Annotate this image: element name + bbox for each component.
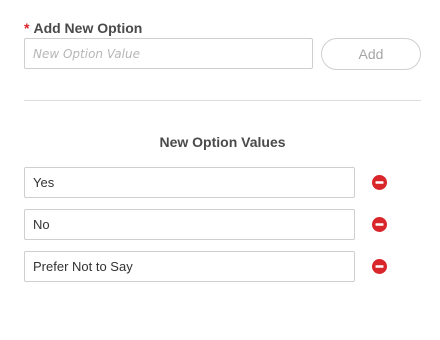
minus-circle-icon <box>372 175 387 190</box>
add-new-option-label: * Add New Option <box>24 19 142 37</box>
remove-option-button[interactable] <box>372 259 387 274</box>
option-row: Prefer Not to Say <box>24 251 421 282</box>
new-option-values-heading: New Option Values <box>159 134 286 150</box>
add-new-option-label-text: Add New Option <box>33 20 143 36</box>
new-option-value-input[interactable] <box>24 38 313 69</box>
option-value-field[interactable]: Prefer Not to Say <box>24 251 355 282</box>
section-divider <box>24 100 421 101</box>
minus-circle-icon <box>372 259 387 274</box>
option-row: Yes <box>24 167 421 198</box>
minus-circle-icon <box>372 217 387 232</box>
remove-option-button[interactable] <box>372 217 387 232</box>
option-value-field[interactable]: No <box>24 209 355 240</box>
add-option-button[interactable]: Add <box>321 38 421 70</box>
remove-option-button[interactable] <box>372 175 387 190</box>
option-value-field[interactable]: Yes <box>24 167 355 198</box>
required-marker: * <box>24 20 30 36</box>
add-option-panel: *Add New Option Add New Option Values Ye… <box>0 0 440 340</box>
option-row: No <box>24 209 421 240</box>
